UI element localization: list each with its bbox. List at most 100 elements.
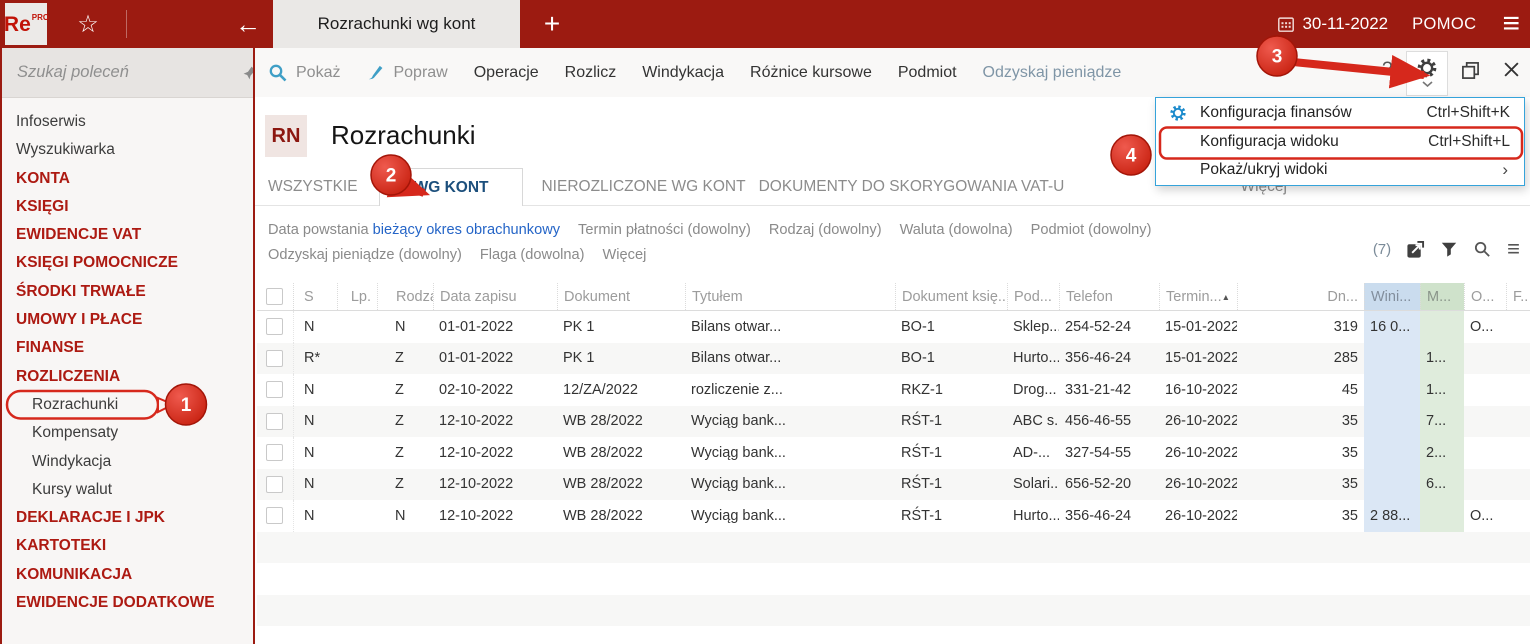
toolbar-button-odzyskaj-pieniadze[interactable]: Odzyskaj pieniądze	[983, 64, 1122, 82]
export-icon[interactable]	[1406, 240, 1425, 259]
sidebar-item-infoserwis[interactable]: Infoserwis	[2, 108, 253, 136]
sidebar-item-umowy-i-place[interactable]: UMOWY I PŁACE	[2, 306, 253, 334]
filter-label: Więcej	[602, 247, 647, 263]
tab-dokumenty-do-skorygowania-vat-u[interactable]: DOKUMENTY DO SKORYGOWANIA VAT-U	[759, 178, 1065, 205]
sidebar-item-kursy-walut[interactable]: Kursy walut	[2, 476, 253, 504]
toolbar-button-roznice-kursowe[interactable]: Różnice kursowe	[750, 64, 872, 82]
header-cell-dokument-ksie[interactable]: Dokument księ...	[895, 283, 1007, 310]
toolbar-button-pokaz[interactable]: Pokaż	[268, 63, 340, 83]
search-list-icon[interactable]	[1473, 240, 1492, 259]
restore-window-icon[interactable]	[1461, 61, 1480, 80]
table-row[interactable]: N N 12-10-2022 WB 28/2022 Wyciąg bank... RŚT-…	[257, 500, 1530, 532]
favorites-star-icon[interactable]: ☆	[66, 0, 110, 48]
sidebar-item-rozrachunki[interactable]: Rozrachunki	[2, 391, 253, 419]
header-cell-f[interactable]: F..	[1506, 283, 1530, 310]
tab-wg-kont[interactable]: WG KONT	[378, 168, 524, 206]
app-window: Re PRO ☆ ← Rozrachunki wg kont + 30-11-20…	[0, 0, 1530, 644]
toolbar-button-operacje[interactable]: Operacje	[474, 64, 539, 82]
filter-rodzaj-dowolny[interactable]: Rodzaj (dowolny)	[769, 222, 882, 238]
table-row[interactable]: R* Z 01-01-2022 PK 1 Bilans otwar... BO-1 Hurt…	[257, 342, 1530, 375]
toolbar-button-windykacja[interactable]: Windykacja	[642, 64, 724, 82]
filter-podmiot-dowolny[interactable]: Podmiot (dowolny)	[1031, 222, 1152, 238]
row-checkbox[interactable]	[266, 507, 283, 525]
table-row[interactable]: N Z 02-10-2022 12/ZA/2022 rozliczenie z... RK…	[257, 374, 1530, 406]
sidebar-item-ksiegi[interactable]: KSIĘGI	[2, 193, 253, 221]
menu-item-konfiguracja-finansow[interactable]: Konfiguracja finansów Ctrl+Shift+K	[1156, 99, 1524, 127]
menu-item-konfiguracja-widoku[interactable]: Konfiguracja widoku Ctrl+Shift+L	[1156, 127, 1524, 155]
settings-gear-button[interactable]	[1406, 51, 1448, 96]
table-row[interactable]: N Z 12-10-2022 WB 28/2022 Wyciąg bank... RŚT-…	[257, 468, 1530, 500]
header-cell-data-zapisu[interactable]: Data zapisu	[433, 283, 557, 310]
sidebar-item-komunikacja[interactable]: KOMUNIKACJA	[2, 561, 253, 589]
command-search-input[interactable]	[15, 62, 242, 83]
search-icon	[268, 63, 288, 83]
filter-wiecej[interactable]: Więcej	[603, 247, 647, 263]
sidebar-item-finanse[interactable]: FINANSE	[2, 334, 253, 362]
current-date-button[interactable]: 30-11-2022	[1277, 14, 1388, 34]
header-cell-lp[interactable]: Lp.	[337, 283, 377, 310]
filter-waluta-dowolna[interactable]: Waluta (dowolna)	[900, 222, 1013, 238]
filter-funnel-icon[interactable]	[1440, 240, 1458, 258]
cell-tyt: Wyciąg bank...	[691, 476, 786, 493]
sidebar-item-srodki-trwale[interactable]: ŚRODKI TRWAŁE	[2, 278, 253, 306]
back-button[interactable]: ←	[226, 0, 270, 48]
header-cell-rodzaj[interactable]: Rodzaj	[377, 283, 433, 310]
close-icon[interactable]	[1503, 61, 1520, 78]
hamburger-menu-icon[interactable]: ≡	[1502, 9, 1520, 39]
row-checkbox[interactable]	[266, 381, 283, 399]
filter-odzyskaj-pieniadze-dowolny[interactable]: Odzyskaj pieniądze (dowolny)	[268, 247, 462, 263]
toolbar-button-popraw[interactable]: Popraw	[366, 63, 448, 82]
app-logo[interactable]: Re PRO	[3, 3, 49, 45]
table-row[interactable]: N N 01-01-2022 PK 1 Bilans otwar... BO-1 Sklep…	[257, 311, 1530, 343]
table-row[interactable]: N Z 12-10-2022 WB 28/2022 Wyciąg bank... RŚT-…	[257, 405, 1530, 438]
sidebar-item-deklaracje-i-jpk[interactable]: DEKLARACJE I JPK	[2, 504, 253, 532]
toolbar-button-podmiot[interactable]: Podmiot	[898, 64, 957, 82]
help-icon[interactable]: ?	[1382, 59, 1393, 81]
header-cell-dokument[interactable]: Dokument	[557, 283, 685, 310]
sidebar-item-rozliczenia[interactable]: ROZLICZENIA	[2, 363, 253, 391]
header-cell-tytulem[interactable]: Tytułem	[685, 283, 895, 310]
row-checkbox[interactable]	[266, 412, 283, 430]
filter-data-powstania[interactable]: Data powstania bieżący okres obrachunkow…	[268, 222, 560, 238]
sidebar-item-konta[interactable]: KONTA	[2, 165, 253, 193]
toolbar-button-rozlicz[interactable]: Rozlicz	[565, 64, 617, 82]
window-tab-title: Rozrachunki wg kont	[317, 14, 476, 33]
sidebar-item-ewidencje-dodatkowe[interactable]: EWIDENCJE DODATKOWE	[2, 589, 253, 617]
header-cell-termin[interactable]: Termin... ▲	[1159, 283, 1237, 310]
tab-wszystkie[interactable]: WSZYSTKIE	[268, 178, 358, 205]
app-logo-text: Re	[3, 12, 31, 36]
tab-nierozliczone-wg-kont[interactable]: NIEROZLICZONE WG KONT	[541, 178, 745, 205]
select-all-checkbox[interactable]	[266, 288, 283, 305]
sidebar-item-kartoteki[interactable]: KARTOTEKI	[2, 532, 253, 560]
header-cell-select[interactable]	[257, 283, 293, 310]
sidebar-item-windykacja[interactable]: Windykacja	[2, 448, 253, 476]
sidebar-item-kompensaty[interactable]: Kompensaty	[2, 419, 253, 447]
sidebar-item-ewidencje-vat[interactable]: EWIDENCJE VAT	[2, 221, 253, 249]
row-checkbox[interactable]	[266, 318, 283, 336]
filter-termin-platnosci-dowolny[interactable]: Termin płatności (dowolny)	[578, 222, 751, 238]
list-menu-icon[interactable]: ≡	[1507, 238, 1520, 260]
filter-label: Flaga (dowolna)	[479, 247, 585, 263]
sidebar-item-wyszukiwarka[interactable]: Wyszukiwarka	[2, 136, 253, 164]
window-tab[interactable]: Rozrachunki wg kont	[273, 0, 520, 48]
sidebar-item-ksiegi-pomocnicze[interactable]: KSIĘGI POMOCNICZE	[2, 249, 253, 277]
cell-cb	[257, 406, 293, 438]
header-cell-s[interactable]: S	[293, 283, 337, 310]
empty-row	[257, 626, 1530, 644]
new-tab-button[interactable]: +	[530, 0, 574, 48]
row-checkbox[interactable]	[266, 475, 283, 493]
help-menu-button[interactable]: POMOC	[1412, 15, 1476, 34]
filter-flaga-dowolna[interactable]: Flaga (dowolna)	[480, 247, 585, 263]
header-cell-o[interactable]: O...	[1464, 283, 1506, 310]
cell-termin: 26-10-2022	[1165, 413, 1237, 430]
header-cell-pod[interactable]: Pod...	[1007, 283, 1059, 310]
row-checkbox[interactable]	[266, 444, 283, 462]
header-cell-m[interactable]: M...	[1420, 283, 1464, 310]
header-cell-dn[interactable]: Dn...	[1237, 283, 1364, 310]
header-cell-wini[interactable]: Wini...	[1364, 283, 1420, 310]
menu-item-pokaz-ukryj-widoki[interactable]: Pokaż/ukryj widoki ›	[1156, 156, 1524, 184]
table-row[interactable]: N Z 12-10-2022 WB 28/2022 Wyciąg bank... RŚT-…	[257, 437, 1530, 469]
header-cell-telefon[interactable]: Telefon	[1059, 283, 1159, 310]
cell-o	[1464, 343, 1506, 375]
row-checkbox[interactable]	[266, 349, 283, 367]
